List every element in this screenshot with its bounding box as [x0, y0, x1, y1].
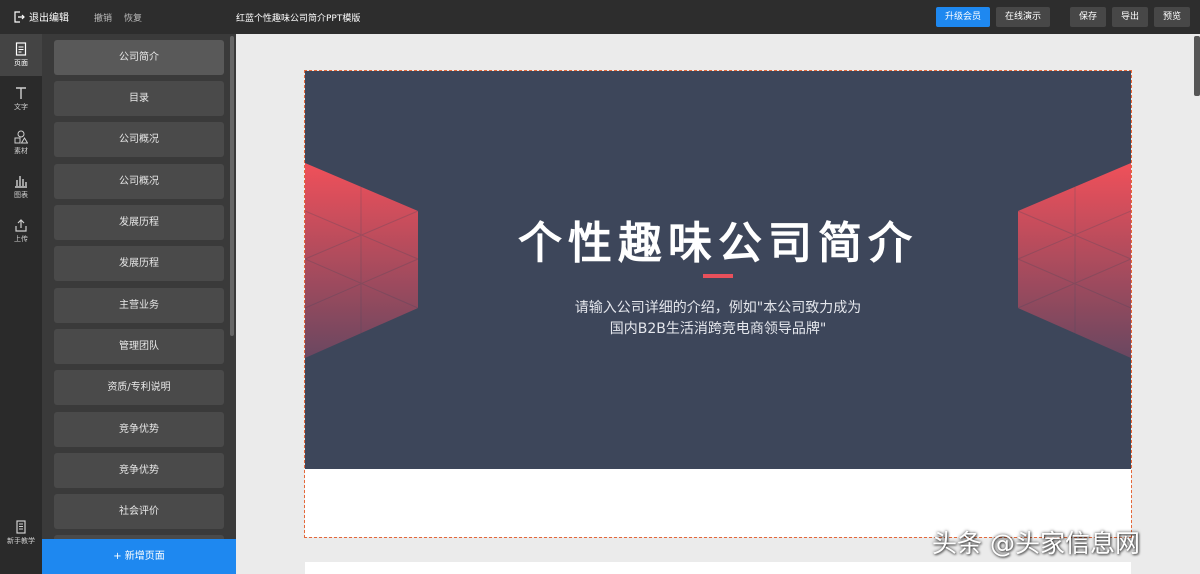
rail-item-material[interactable]: 素材: [0, 122, 42, 164]
document-title[interactable]: 红蓝个性趣味公司简介PPT模版: [236, 11, 360, 24]
slide-subtitle[interactable]: 请输入公司详细的介绍，例如"本公司致力成为 国内B2B生活消跨竞电商领导品牌": [305, 298, 1131, 340]
text-icon: [16, 87, 26, 99]
page-thumb[interactable]: 社会评价: [54, 494, 224, 529]
canvas-scrollbar[interactable]: [1194, 36, 1200, 96]
watermark: 头条 @头家信息网: [932, 529, 1140, 558]
page-thumb[interactable]: 竞争优势: [54, 453, 224, 488]
chart-icon: [15, 176, 27, 188]
title-underline: [703, 274, 733, 278]
page-thumb[interactable]: 管理团队: [54, 329, 224, 364]
next-slide-preview[interactable]: [305, 562, 1131, 574]
rail-label-material: 素材: [14, 147, 28, 155]
exit-edit-label: 退出编辑: [29, 13, 69, 24]
tutorial-label: 新手教学: [7, 537, 35, 545]
slide-background: 个性趣味公司简介 请输入公司详细的介绍，例如"本公司致力成为 国内B2B生活消跨…: [305, 71, 1131, 469]
page-icon: [15, 42, 27, 56]
subtitle-line-2: 国内B2B生活消跨竞电商领导品牌": [609, 321, 827, 337]
save-button[interactable]: 保存: [1070, 7, 1106, 27]
book-icon: [16, 520, 26, 534]
add-page-button[interactable]: + 新增页面: [42, 539, 236, 574]
slide-title[interactable]: 个性趣味公司简介: [305, 207, 1131, 271]
page-thumb[interactable]: 发展历程: [54, 246, 224, 281]
rail-label-chart: 图表: [14, 191, 28, 199]
rail-item-upload[interactable]: 上传: [0, 210, 42, 252]
upload-icon: [15, 219, 27, 232]
page-thumb[interactable]: 发展历程: [54, 205, 224, 240]
rail-label-page: 页面: [14, 59, 28, 67]
exit-edit-button[interactable]: 退出编辑: [14, 9, 69, 24]
top-toolbar: 退出编辑 撤销 恢复 红蓝个性趣味公司简介PPT模版 升级会员 在线演示 保存 …: [0, 0, 1200, 34]
redo-button[interactable]: 恢复: [124, 11, 142, 24]
slide-canvas[interactable]: 个性趣味公司简介 请输入公司详细的介绍，例如"本公司致力成为 国内B2B生活消跨…: [304, 70, 1132, 538]
exit-icon: [14, 10, 25, 23]
upgrade-member-button[interactable]: 升级会员: [936, 7, 990, 27]
rail-item-page[interactable]: 页面: [0, 34, 42, 76]
undo-button[interactable]: 撤销: [94, 11, 112, 24]
page-list-panel: 公司简介 目录 公司概况 公司概况 发展历程 发展历程 主营业务 管理团队 资质…: [42, 34, 236, 574]
tutorial-button[interactable]: 新手教学: [0, 512, 42, 554]
rail-item-chart[interactable]: 图表: [0, 166, 42, 208]
page-thumb[interactable]: 主营业务: [54, 288, 224, 323]
subtitle-line-1: 请输入公司详细的介绍，例如"本公司致力成为: [574, 300, 862, 316]
rail-label-upload: 上传: [14, 235, 28, 243]
tool-rail: 页面 文字 素材 图表 上传 新手教学: [0, 34, 42, 574]
page-thumb[interactable]: 目录: [54, 81, 224, 116]
page-thumb[interactable]: 公司简介: [54, 40, 224, 75]
rail-label-text: 文字: [14, 103, 28, 111]
export-button[interactable]: 导出: [1112, 7, 1148, 27]
panel-scrollbar[interactable]: [230, 36, 234, 336]
page-thumb[interactable]: 公司概况: [54, 164, 224, 199]
page-thumb[interactable]: 资质/专利说明: [54, 370, 224, 405]
rail-item-text[interactable]: 文字: [0, 78, 42, 120]
online-present-button[interactable]: 在线演示: [996, 7, 1050, 27]
page-thumb[interactable]: 公司概况: [54, 122, 224, 157]
page-thumb[interactable]: 竞争优势: [54, 412, 224, 447]
preview-button[interactable]: 预览: [1154, 7, 1190, 27]
shapes-icon: [14, 130, 28, 144]
